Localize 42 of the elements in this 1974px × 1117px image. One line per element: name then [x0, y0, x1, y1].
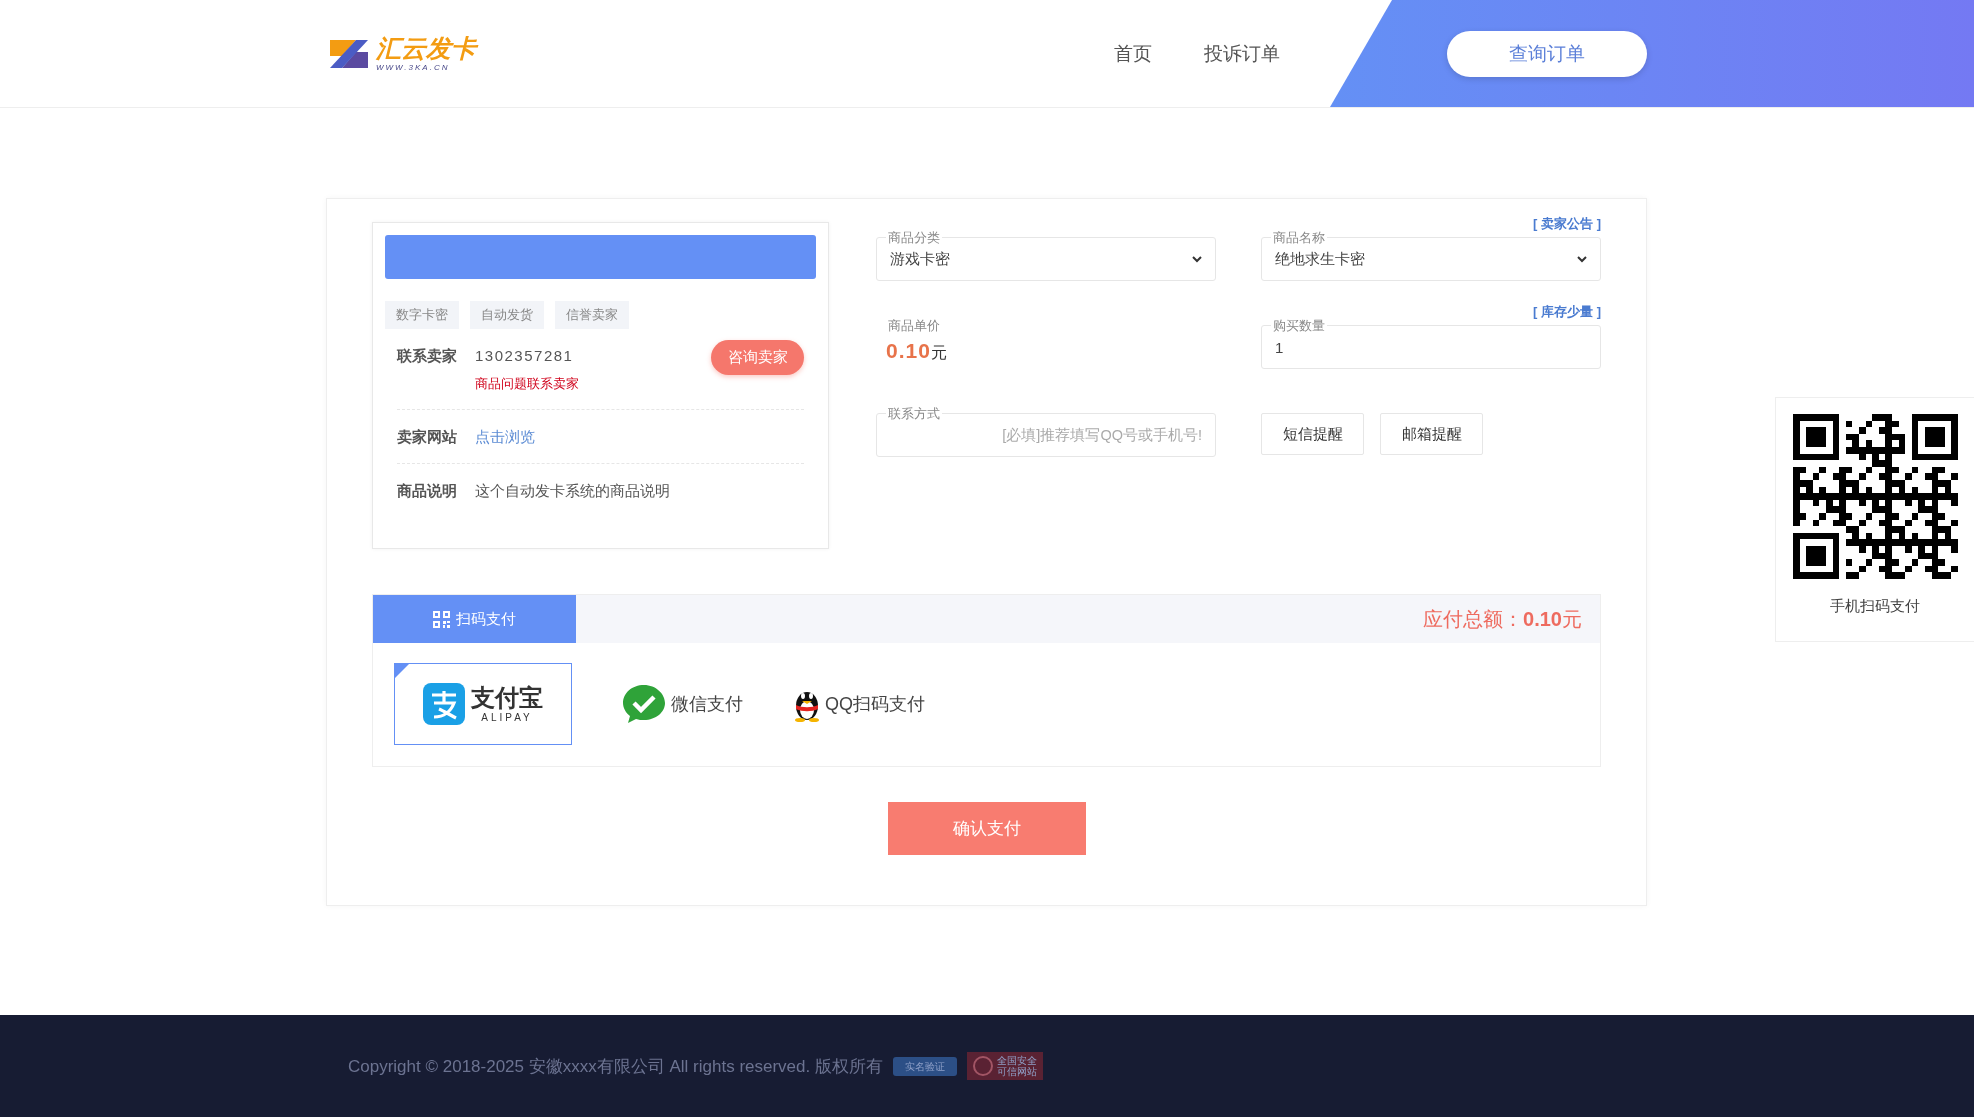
trust-badge[interactable]: 全国安全 可信网站 [966, 1052, 1043, 1080]
field-label: 商品名称 [1271, 229, 1327, 247]
alipay-logo-icon [423, 683, 465, 725]
field-label: 商品说明 [397, 482, 458, 501]
seller-phone: 1302357281 [475, 347, 574, 364]
field-label: 商品分类 [886, 229, 942, 247]
field-label: 联系卖家 [397, 347, 458, 366]
alipay-name: 支付宝 [471, 685, 543, 710]
product-description: 这个自动发卡系统的商品说明 [475, 482, 670, 501]
chat-check-icon [621, 683, 667, 725]
chevron-down-icon [1192, 255, 1202, 263]
qr-caption: 手机扫码支付 [1830, 597, 1920, 616]
seller-note: 商品问题联系卖家 [475, 375, 579, 393]
reminder-button[interactable]: 邮箱提醒 [1380, 413, 1483, 455]
total-amount: 应付总额：0.10元 [1423, 606, 1582, 632]
field-label: 卖家网站 [397, 428, 458, 447]
nav-link[interactable]: 投诉订单 [1204, 40, 1280, 67]
chevron-down-icon [1577, 255, 1587, 263]
field-label: 购买数量 [1271, 317, 1327, 335]
logo-domain: WWW.3KA.CN [376, 63, 451, 72]
reminder-button[interactable]: 短信提醒 [1261, 413, 1364, 455]
selected-corner-icon [395, 664, 409, 678]
payment-method[interactable]: 支付宝 ALIPAY [394, 663, 572, 745]
payment-method[interactable]: 微信支付 [620, 663, 744, 745]
stock-link[interactable]: [ 库存少量 ] [1533, 303, 1601, 321]
qr-code-icon [433, 610, 450, 628]
alipay-subtitle: ALIPAY [481, 712, 533, 723]
method-label: QQ扫码支付 [825, 693, 925, 716]
query-order-button[interactable]: 查询订单 [1447, 30, 1647, 77]
logo-icon [328, 37, 370, 70]
payment-method[interactable]: QQ扫码支付 [792, 663, 926, 745]
field-label: 联系方式 [886, 405, 942, 423]
field-label: 商品单价 [886, 317, 942, 335]
unit-price: 0.10元 [886, 339, 947, 364]
copyright-text: Copyright © 2018-2025 安徽xxxx有限公司 All rights reserved. 版权所有 [348, 1055, 883, 1078]
method-label: 微信支付 [671, 693, 743, 716]
seller-notice-link[interactable]: [ 卖家公告 ] [1533, 215, 1601, 233]
tag: 数字卡密 [385, 301, 459, 329]
browse-link[interactable]: 点击浏览 [475, 428, 535, 447]
tag: 自动发货 [470, 301, 544, 329]
nav-link[interactable]: 首页 [1114, 40, 1152, 67]
tag: 信誉卖家 [555, 301, 629, 329]
